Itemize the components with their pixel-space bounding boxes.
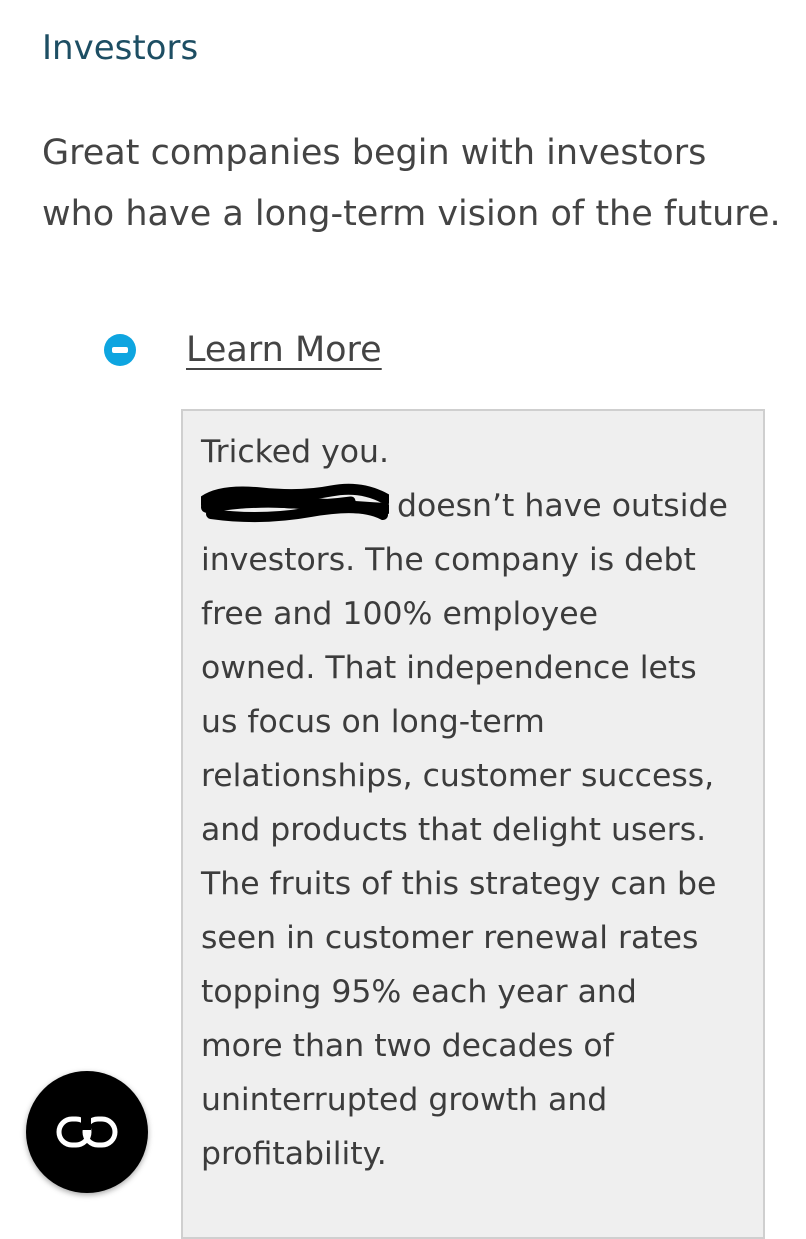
panel-line-2-text: doesn’t have outside: [397, 488, 728, 524]
minus-circle-icon[interactable]: [104, 334, 136, 366]
intro-paragraph: Great companies begin with investors who…: [42, 133, 781, 234]
panel-line-5: owned. That independence lets: [201, 650, 697, 686]
floating-link-button[interactable]: [26, 1071, 148, 1193]
learn-more-toggle[interactable]: Learn More: [104, 322, 382, 378]
panel-line-13: uninterrupted growth and: [201, 1082, 608, 1118]
panel-text: Tricked you. doesn’t have outside invest…: [201, 425, 745, 1181]
section-title: Investors: [42, 28, 199, 68]
panel-line-2: doesn’t have outside: [201, 479, 745, 533]
expanded-panel: Tricked you. doesn’t have outside invest…: [181, 409, 765, 1239]
panel-line-1: Tricked you.: [201, 434, 390, 470]
panel-line-14: profitability.: [201, 1136, 387, 1172]
panel-line-10: seen in customer renewal rates: [201, 920, 699, 956]
panel-line-6: us focus on long-term: [201, 704, 545, 740]
panel-line-8: and products that delight users.: [201, 812, 707, 848]
panel-line-4: free and 100% employee: [201, 596, 598, 632]
learn-more-link[interactable]: Learn More: [186, 330, 382, 370]
panel-line-11: topping 95% each year and: [201, 974, 637, 1010]
panel-line-3: investors. The company is debt: [201, 542, 696, 578]
panel-line-12: more than two decades of: [201, 1028, 614, 1064]
panel-line-9: The fruits of this strategy can be: [201, 866, 717, 902]
panel-line-7: relationships, customer success,: [201, 758, 715, 794]
chain-link-icon: [56, 1116, 118, 1148]
redaction-scribble: [201, 479, 389, 533]
